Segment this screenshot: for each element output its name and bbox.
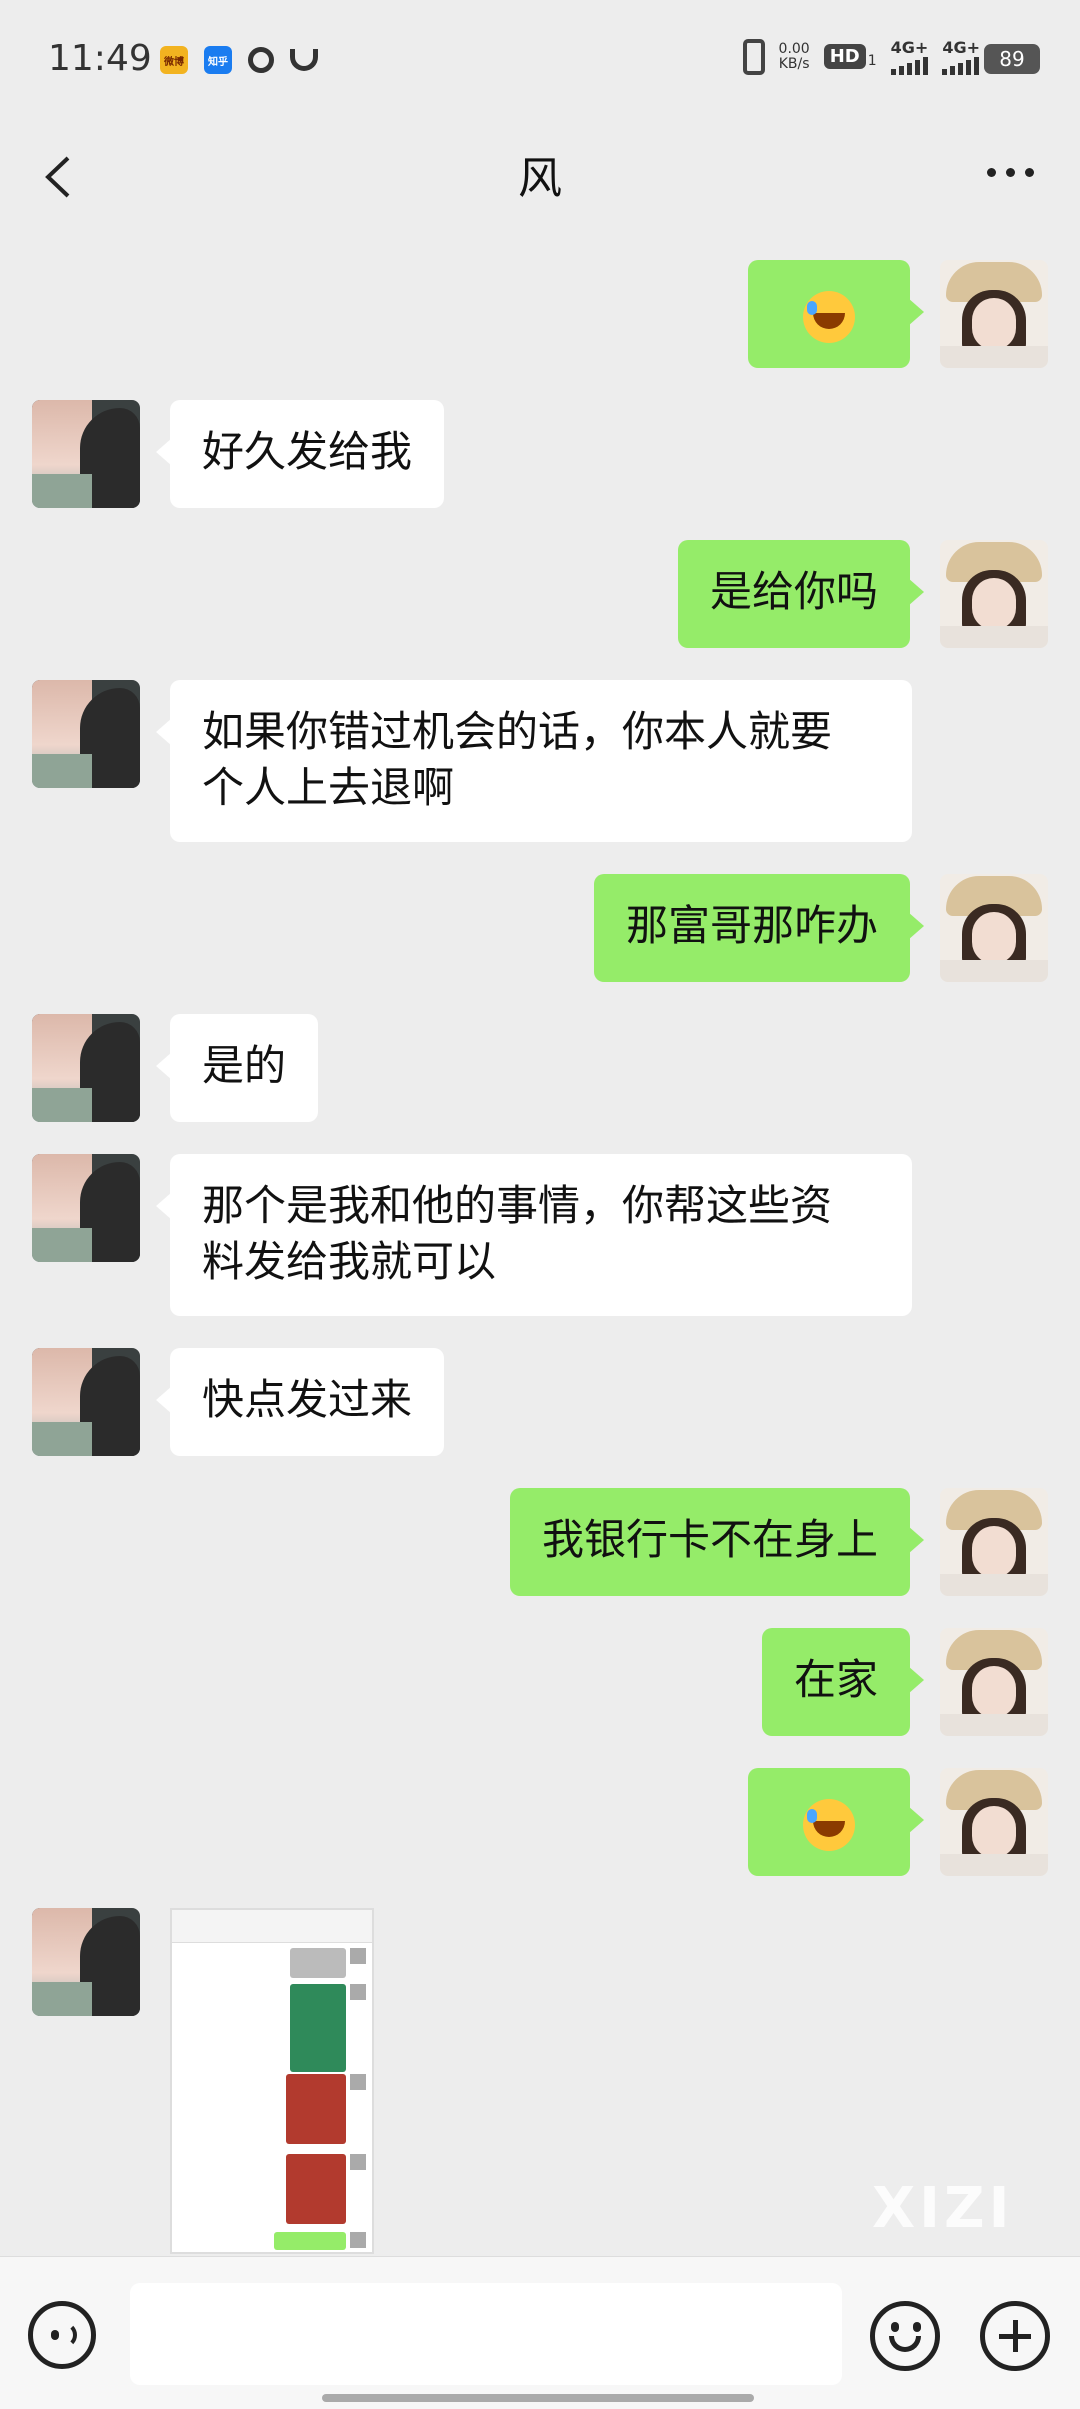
message-bubble-other[interactable]: 快点发过来: [155, 1348, 445, 1456]
message-bubble-self[interactable]: 那富哥那咋办: [593, 874, 925, 982]
self-avatar[interactable]: [940, 874, 1048, 982]
battery-icon: 89: [984, 44, 1040, 74]
self-avatar[interactable]: [940, 1628, 1048, 1736]
status-time: 11:49: [48, 38, 152, 79]
cup-app-icon: [290, 49, 318, 71]
message-bubble-self[interactable]: 在家: [761, 1628, 925, 1736]
watermark: XIZI: [872, 2176, 1014, 2241]
message-bubble-self[interactable]: 我银行卡不在身上: [509, 1488, 925, 1596]
message-bubble-other[interactable]: 好久发给我: [155, 400, 445, 508]
input-bar: [0, 2256, 1080, 2409]
crying-laughing-emoji-icon: [803, 1798, 855, 1851]
contact-avatar[interactable]: [32, 1014, 140, 1122]
image-message[interactable]: [170, 1908, 374, 2254]
weibo-app-icon: 微博: [160, 46, 188, 74]
emoji-button[interactable]: [870, 2301, 940, 2371]
self-avatar[interactable]: [940, 540, 1048, 648]
signal-icon-1: 4G+: [890, 38, 928, 75]
contact-avatar[interactable]: [32, 1908, 140, 2016]
hd-icon: HD: [823, 44, 866, 69]
voice-input-button[interactable]: [28, 2301, 96, 2369]
zhihu-app-icon: 知乎: [204, 46, 232, 74]
message-input[interactable]: [130, 2283, 842, 2385]
browser-app-icon: [248, 47, 274, 73]
more-actions-button[interactable]: [980, 2301, 1050, 2371]
message-bubble-other[interactable]: 如果你错过机会的话，你本人就要 个人上去退啊: [156, 680, 912, 842]
message-bubble-self[interactable]: [748, 260, 924, 368]
crying-laughing-emoji-icon: [803, 290, 855, 343]
self-avatar[interactable]: [940, 1768, 1048, 1876]
status-bar: 11:49 微博 知乎 0.00 KB/s HD 1 4G+ 4G+ 89: [0, 0, 1080, 120]
message-bubble-self[interactable]: [748, 1768, 924, 1876]
contact-avatar[interactable]: [32, 1154, 140, 1262]
home-indicator[interactable]: [322, 2394, 754, 2402]
signal-icon-2: 4G+: [942, 38, 980, 75]
message-bubble-other[interactable]: 是的: [155, 1014, 319, 1122]
self-avatar[interactable]: [940, 1488, 1048, 1596]
message-bubble-self[interactable]: 是给你吗: [677, 540, 925, 648]
chat-title: 风: [518, 153, 562, 204]
status-indicators: 0.00 KB/s HD 1 4G+ 4G+: [742, 38, 980, 75]
message-bubble-other[interactable]: 那个是我和他的事情，你帮这些资 料发给我就可以: [156, 1154, 912, 1316]
contact-avatar[interactable]: [32, 680, 140, 788]
vibrate-icon: [742, 38, 765, 75]
contact-avatar[interactable]: [32, 1348, 140, 1456]
status-app-icons: 微博 知乎: [160, 46, 318, 74]
self-avatar[interactable]: [940, 260, 1048, 368]
network-speed: 0.00 KB/s: [778, 40, 810, 72]
contact-avatar[interactable]: [32, 400, 140, 508]
